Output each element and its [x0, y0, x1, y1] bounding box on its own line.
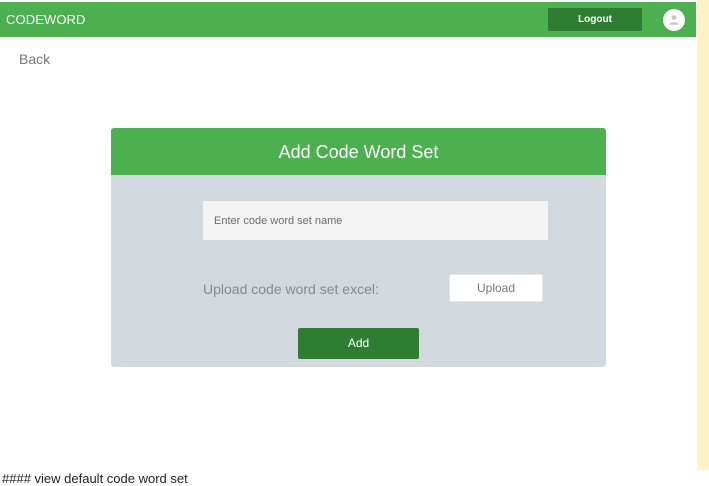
- upload-button[interactable]: Upload: [449, 274, 543, 302]
- code-word-set-name-input[interactable]: [203, 201, 548, 240]
- add-button[interactable]: Add: [298, 328, 419, 359]
- top-navbar: CODEWORD Logout: [0, 2, 696, 37]
- card-title: Add Code Word Set: [111, 128, 606, 175]
- add-code-word-set-card: Add Code Word Set Upload code word set e…: [111, 128, 606, 367]
- back-link[interactable]: Back: [19, 51, 50, 67]
- user-avatar-icon[interactable]: [663, 9, 685, 31]
- right-scroll-strip: [697, 0, 709, 470]
- brand-title: CODEWORD: [6, 12, 86, 27]
- upload-excel-label: Upload code word set excel:: [203, 281, 379, 297]
- logout-button[interactable]: Logout: [548, 8, 642, 31]
- user-silhouette-icon: [669, 15, 679, 25]
